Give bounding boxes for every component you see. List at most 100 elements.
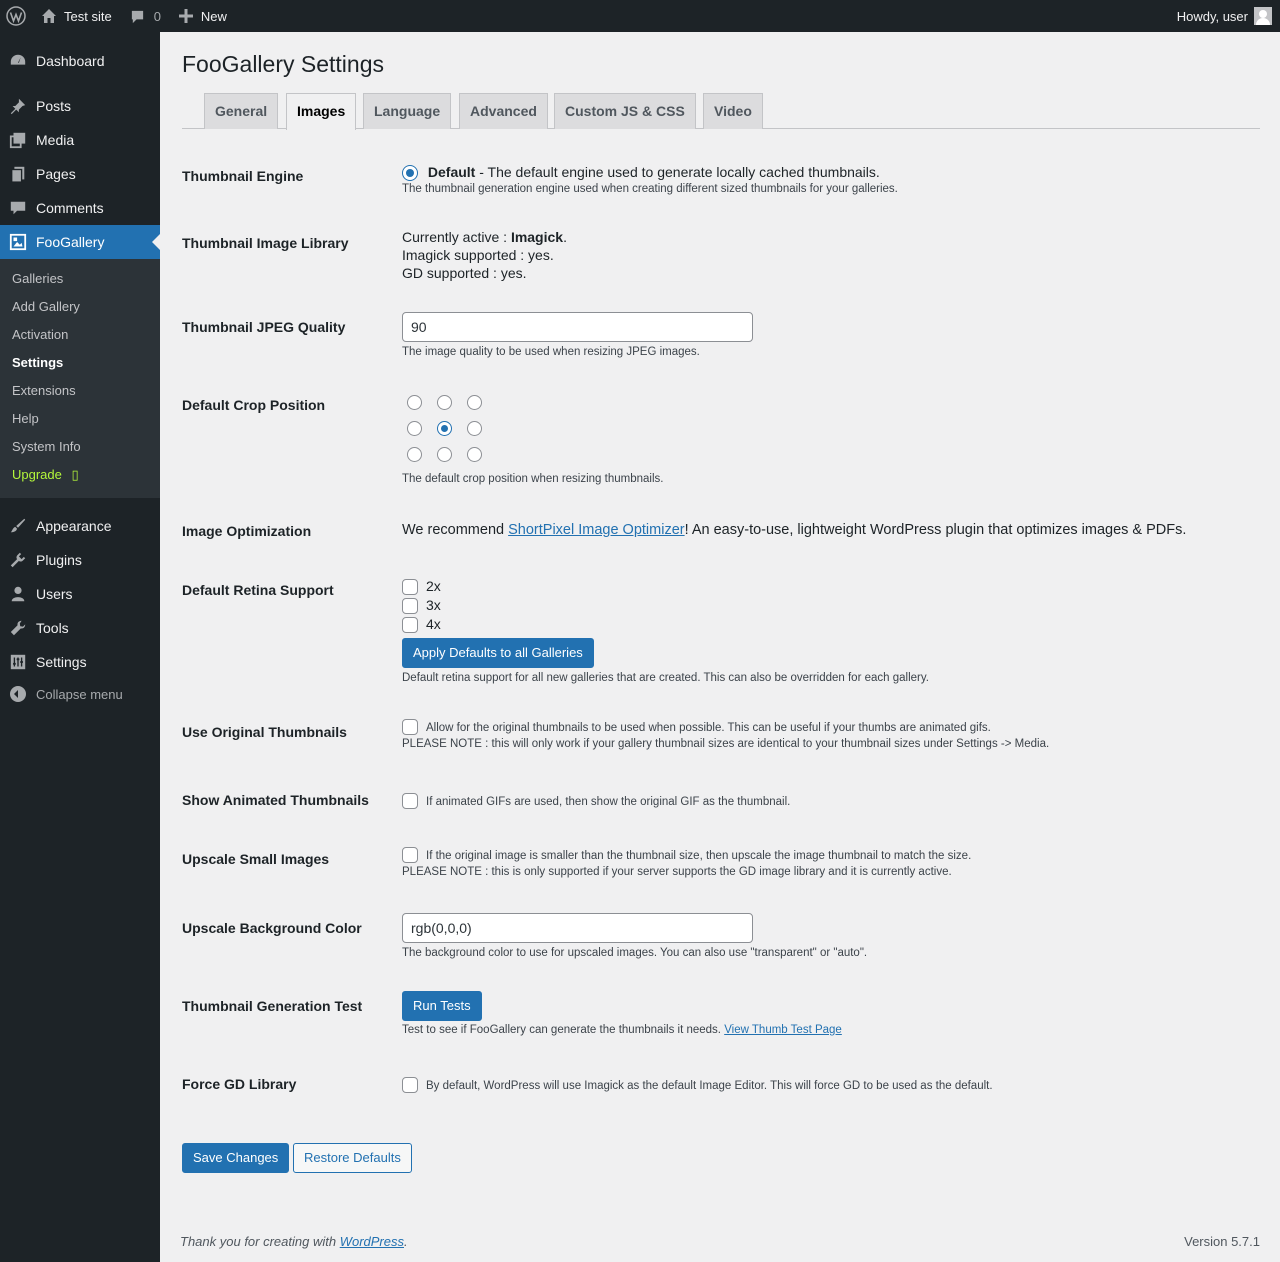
setting-label: Show Animated Thumbnails bbox=[182, 792, 369, 808]
setting-label: Thumbnail Generation Test bbox=[182, 998, 363, 1014]
pages-icon bbox=[0, 165, 36, 183]
tab-advanced[interactable]: Advanced bbox=[459, 93, 548, 129]
site-name-link[interactable]: Test site bbox=[33, 0, 120, 32]
engine-default-radio[interactable] bbox=[402, 165, 418, 182]
crop-center-left-radio[interactable] bbox=[407, 421, 422, 436]
crop-top-left-radio[interactable] bbox=[407, 395, 422, 410]
new-content-link[interactable]: New bbox=[171, 0, 235, 32]
menu-comments[interactable]: Comments bbox=[0, 191, 160, 225]
upgrade-icon: ▯ bbox=[71, 467, 79, 482]
collapse-label: Collapse menu bbox=[36, 686, 123, 702]
jpeg-quality-input[interactable]: 90 bbox=[402, 312, 753, 342]
save-changes-button[interactable]: Save Changes bbox=[182, 1143, 290, 1173]
avatar bbox=[1254, 7, 1272, 25]
retina-3x-checkbox[interactable] bbox=[402, 598, 418, 615]
setting-field: The default crop position when resizing … bbox=[402, 395, 663, 485]
animated-thumbs-checkbox[interactable] bbox=[402, 793, 418, 810]
optimization-prefix: We recommend bbox=[402, 522, 509, 538]
setting-label: Upscale Small Images bbox=[182, 851, 330, 867]
setting-field: If the original image is smaller than th… bbox=[402, 846, 971, 878]
submenu-system-info[interactable]: System Info bbox=[12, 437, 81, 457]
retina-option-label: 3x bbox=[426, 597, 441, 613]
checkbox-text: Allow for the original thumbnails to be … bbox=[426, 722, 991, 734]
restore-defaults-button[interactable]: Restore Defaults bbox=[293, 1143, 412, 1173]
crop-bottom-right-radio[interactable] bbox=[467, 447, 482, 462]
setting-field: By default, WordPress will use Imagick a… bbox=[402, 1076, 993, 1094]
wordpress-logo-icon[interactable] bbox=[0, 0, 33, 32]
menu-settings[interactable]: Settings bbox=[0, 645, 160, 679]
menu-plugins[interactable]: Plugins bbox=[0, 543, 160, 577]
apply-defaults-button[interactable]: Apply Defaults to all Galleries bbox=[402, 638, 594, 668]
comments-link[interactable]: 0 bbox=[120, 0, 171, 32]
menu-posts[interactable]: Posts bbox=[0, 89, 160, 123]
crop-center-radio[interactable] bbox=[437, 421, 452, 436]
menu-foogallery[interactable]: FooGallery bbox=[0, 225, 160, 259]
crop-top-center-radio[interactable] bbox=[437, 395, 452, 410]
submenu-help[interactable]: Help bbox=[12, 409, 39, 429]
setting-note: PLEASE NOTE : this is only supported if … bbox=[402, 866, 952, 878]
crop-center-right-radio[interactable] bbox=[467, 421, 482, 436]
upscale-checkbox[interactable] bbox=[402, 847, 418, 864]
new-label: New bbox=[200, 8, 227, 24]
menu-label: FooGallery bbox=[36, 234, 105, 250]
menu-users[interactable]: Users bbox=[0, 577, 160, 611]
setting-note: PLEASE NOTE : this will only work if you… bbox=[402, 738, 1050, 750]
tab-general[interactable]: General bbox=[204, 93, 279, 129]
wrench-icon bbox=[0, 619, 36, 637]
submenu-settings[interactable]: Settings bbox=[12, 353, 63, 373]
setting-field: rgb(0,0,0) The background color to use f… bbox=[402, 913, 867, 959]
tab-custom-js-css[interactable]: Custom JS & CSS bbox=[554, 93, 696, 129]
setting-field: Currently active : Imagick. Imagick supp… bbox=[402, 228, 567, 282]
submenu-add-gallery[interactable]: Add Gallery bbox=[12, 297, 80, 317]
crop-top-right-radio[interactable] bbox=[467, 395, 482, 410]
menu-appearance[interactable]: Appearance bbox=[0, 509, 160, 543]
collapse-menu-button[interactable]: Collapse menu bbox=[0, 682, 160, 706]
main-content: FooGallery Settings General Images Langu… bbox=[160, 32, 1280, 1262]
menu-tools[interactable]: Tools bbox=[0, 611, 160, 645]
retina-2x-checkbox[interactable] bbox=[402, 579, 418, 596]
tab-images[interactable]: Images bbox=[286, 93, 357, 130]
wordpress-link[interactable]: WordPress bbox=[340, 1234, 404, 1249]
foogallery-submenu: Galleries Add Gallery Activation Setting… bbox=[0, 259, 160, 498]
setting-field: We recommend ShortPixel Image Optimizer!… bbox=[402, 522, 1186, 538]
upscale-bg-color-input[interactable]: rgb(0,0,0) bbox=[402, 913, 753, 943]
tab-language[interactable]: Language bbox=[363, 93, 452, 129]
submenu-extensions[interactable]: Extensions bbox=[12, 381, 76, 401]
menu-label: Posts bbox=[36, 98, 72, 114]
crop-bottom-center-radio[interactable] bbox=[437, 447, 452, 462]
menu-label: Tools bbox=[36, 620, 69, 636]
submenu-upgrade[interactable]: Upgrade ▯ bbox=[12, 465, 79, 485]
footer-version: Version 5.7.1 bbox=[1184, 1234, 1260, 1249]
submenu-activation[interactable]: Activation bbox=[12, 325, 68, 345]
engine-option-name: Default bbox=[427, 164, 476, 180]
optimization-suffix: ! An easy-to-use, lightweight WordPress … bbox=[684, 522, 1187, 538]
run-tests-button[interactable]: Run Tests bbox=[402, 991, 482, 1021]
retina-4x-checkbox[interactable] bbox=[402, 617, 418, 634]
menu-label: Plugins bbox=[36, 552, 82, 568]
setting-description: Test to see if FooGallery can generate t… bbox=[402, 1024, 725, 1036]
checkbox-text: If animated GIFs are used, then show the… bbox=[426, 796, 791, 808]
menu-label: Comments bbox=[36, 200, 104, 216]
media-icon bbox=[0, 131, 36, 149]
menu-dashboard[interactable]: Dashboard bbox=[0, 44, 160, 78]
force-gd-checkbox[interactable] bbox=[402, 1077, 418, 1094]
shortpixel-link[interactable]: ShortPixel Image Optimizer bbox=[508, 522, 684, 538]
menu-media[interactable]: Media bbox=[0, 123, 160, 157]
menu-pages[interactable]: Pages bbox=[0, 157, 160, 191]
crop-bottom-left-radio[interactable] bbox=[407, 447, 422, 462]
checkbox-text: By default, WordPress will use Imagick a… bbox=[426, 1080, 993, 1092]
site-name: Test site bbox=[64, 8, 112, 24]
setting-label: Use Original Thumbnails bbox=[182, 724, 347, 740]
plugin-icon bbox=[0, 551, 36, 569]
view-thumb-test-link[interactable]: View Thumb Test Page bbox=[724, 1024, 842, 1036]
setting-field: Allow for the original thumbnails to be … bbox=[402, 718, 1049, 750]
setting-label: Image Optimization bbox=[182, 523, 312, 539]
setting-description: The image quality to be used when resizi… bbox=[402, 346, 700, 358]
howdy-text: Howdy, user bbox=[1176, 8, 1248, 24]
checkbox-text: If the original image is smaller than th… bbox=[426, 850, 972, 862]
tab-video[interactable]: Video bbox=[703, 93, 763, 129]
original-thumbs-checkbox[interactable] bbox=[402, 719, 418, 736]
my-account[interactable]: Howdy, user bbox=[1177, 7, 1280, 25]
setting-field: Run Tests Test to see if FooGallery can … bbox=[402, 991, 842, 1036]
submenu-galleries[interactable]: Galleries bbox=[12, 269, 63, 289]
